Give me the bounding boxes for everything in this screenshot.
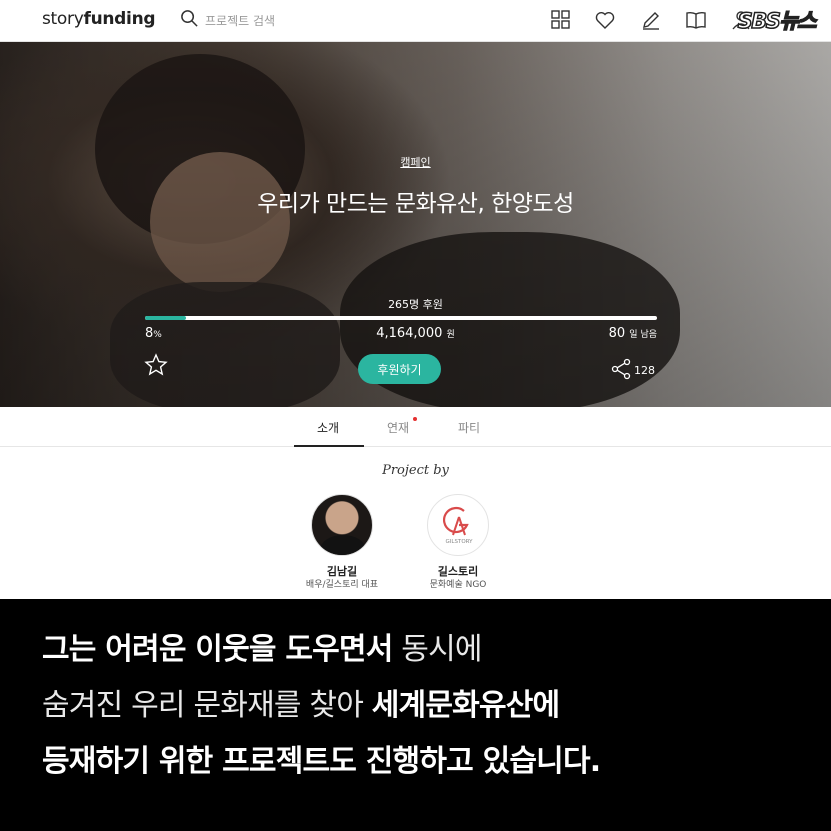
creator-role: 배우/길스토리 대표 <box>305 580 379 590</box>
book-icon[interactable] <box>685 9 707 31</box>
tab-intro[interactable]: 소개 <box>317 419 339 436</box>
creator-role: 문화예술 NGO <box>429 580 487 590</box>
campaign-tabs: 소개 연재 파티 <box>0 407 831 447</box>
backer-count: 265명 후원 <box>388 298 443 311</box>
amount-unit: 원 <box>446 330 455 340</box>
tab-series[interactable]: 연재 <box>387 419 409 436</box>
campaign-category-link[interactable]: 캠페인 <box>0 154 831 170</box>
hero-overlay <box>0 42 831 407</box>
top-nav-bar: storyfunding 프로젝트 검색 SBS뉴스 <box>0 0 831 42</box>
caption-line-2-bold: 세계문화유산에 <box>371 688 560 723</box>
caption-line-2-thin: 숨겨진 우리 문화재를 찾아 <box>42 688 372 723</box>
campaign-hero: 캠페인 우리가 만드는 문화유산, 한양도성 265명 후원 8% 4,164,… <box>0 42 831 407</box>
search-placeholder: 프로젝트 검색 <box>205 13 276 28</box>
share-count: 128 <box>634 364 655 377</box>
star-icon[interactable] <box>144 353 168 377</box>
sbs-news-watermark: SBS뉴스 <box>737 8 817 34</box>
share-icon <box>610 358 634 383</box>
caption-line-2: 숨겨진 우리 문화재를 찾아 세계문화유산에 <box>42 678 802 734</box>
caption-line-3-bold: 등재하기 위한 프로젝트도 진행하고 있습니다. <box>42 744 601 779</box>
gilstory-logo[interactable]: GILSTORY <box>427 494 489 556</box>
creators-section: Project by 김남길 배우/길스토리 대표 GILSTORY 길스토리 … <box>0 447 831 599</box>
caption-line-1: 그는 어려운 이웃을 도우면서 동시에 <box>42 622 802 678</box>
news-caption: 그는 어려운 이웃을 도우면서 동시에 숨겨진 우리 문화재를 찾아 세계문화유… <box>42 622 802 790</box>
amount-value: 4,164,000 <box>376 326 443 341</box>
days-value: 80 <box>608 326 626 341</box>
campaign-title: 우리가 만드는 문화유산, 한양도성 <box>257 191 574 217</box>
caption-line-1-thin: 동시에 <box>392 632 482 667</box>
caption-line-3: 등재하기 위한 프로젝트도 진행하고 있습니다. <box>42 734 802 790</box>
days-remaining: 80 일 남음 <box>609 326 657 341</box>
funding-progress-fill <box>145 316 186 320</box>
share-button[interactable]: 128 <box>610 358 655 383</box>
logo-regular-text: story <box>42 9 84 29</box>
creator-avatar-kim[interactable] <box>311 494 373 556</box>
heart-icon[interactable] <box>594 9 616 31</box>
grid-icon[interactable] <box>550 9 572 31</box>
gilstory-logo-text: GILSTORY <box>446 539 474 545</box>
project-by-heading: Project by <box>382 463 449 478</box>
pencil-icon[interactable] <box>640 9 662 31</box>
new-indicator-dot <box>413 417 417 421</box>
days-unit: 일 남음 <box>629 330 657 340</box>
avatar-body <box>320 535 366 555</box>
fund-button[interactable]: 후원하기 <box>358 354 441 384</box>
caption-line-1-bold: 그는 어려운 이웃을 도우면서 <box>42 632 393 667</box>
logo-bold-text: funding <box>83 9 156 29</box>
tab-party[interactable]: 파티 <box>458 419 480 436</box>
search-box[interactable]: 프로젝트 검색 <box>180 8 275 32</box>
funding-progress-bar <box>145 316 657 320</box>
storyfunding-logo[interactable]: storyfunding <box>42 9 156 29</box>
funding-amount: 4,164,000 원 <box>0 326 831 341</box>
gilstory-logo-mark: GILSTORY <box>443 506 474 545</box>
search-icon <box>180 9 199 32</box>
